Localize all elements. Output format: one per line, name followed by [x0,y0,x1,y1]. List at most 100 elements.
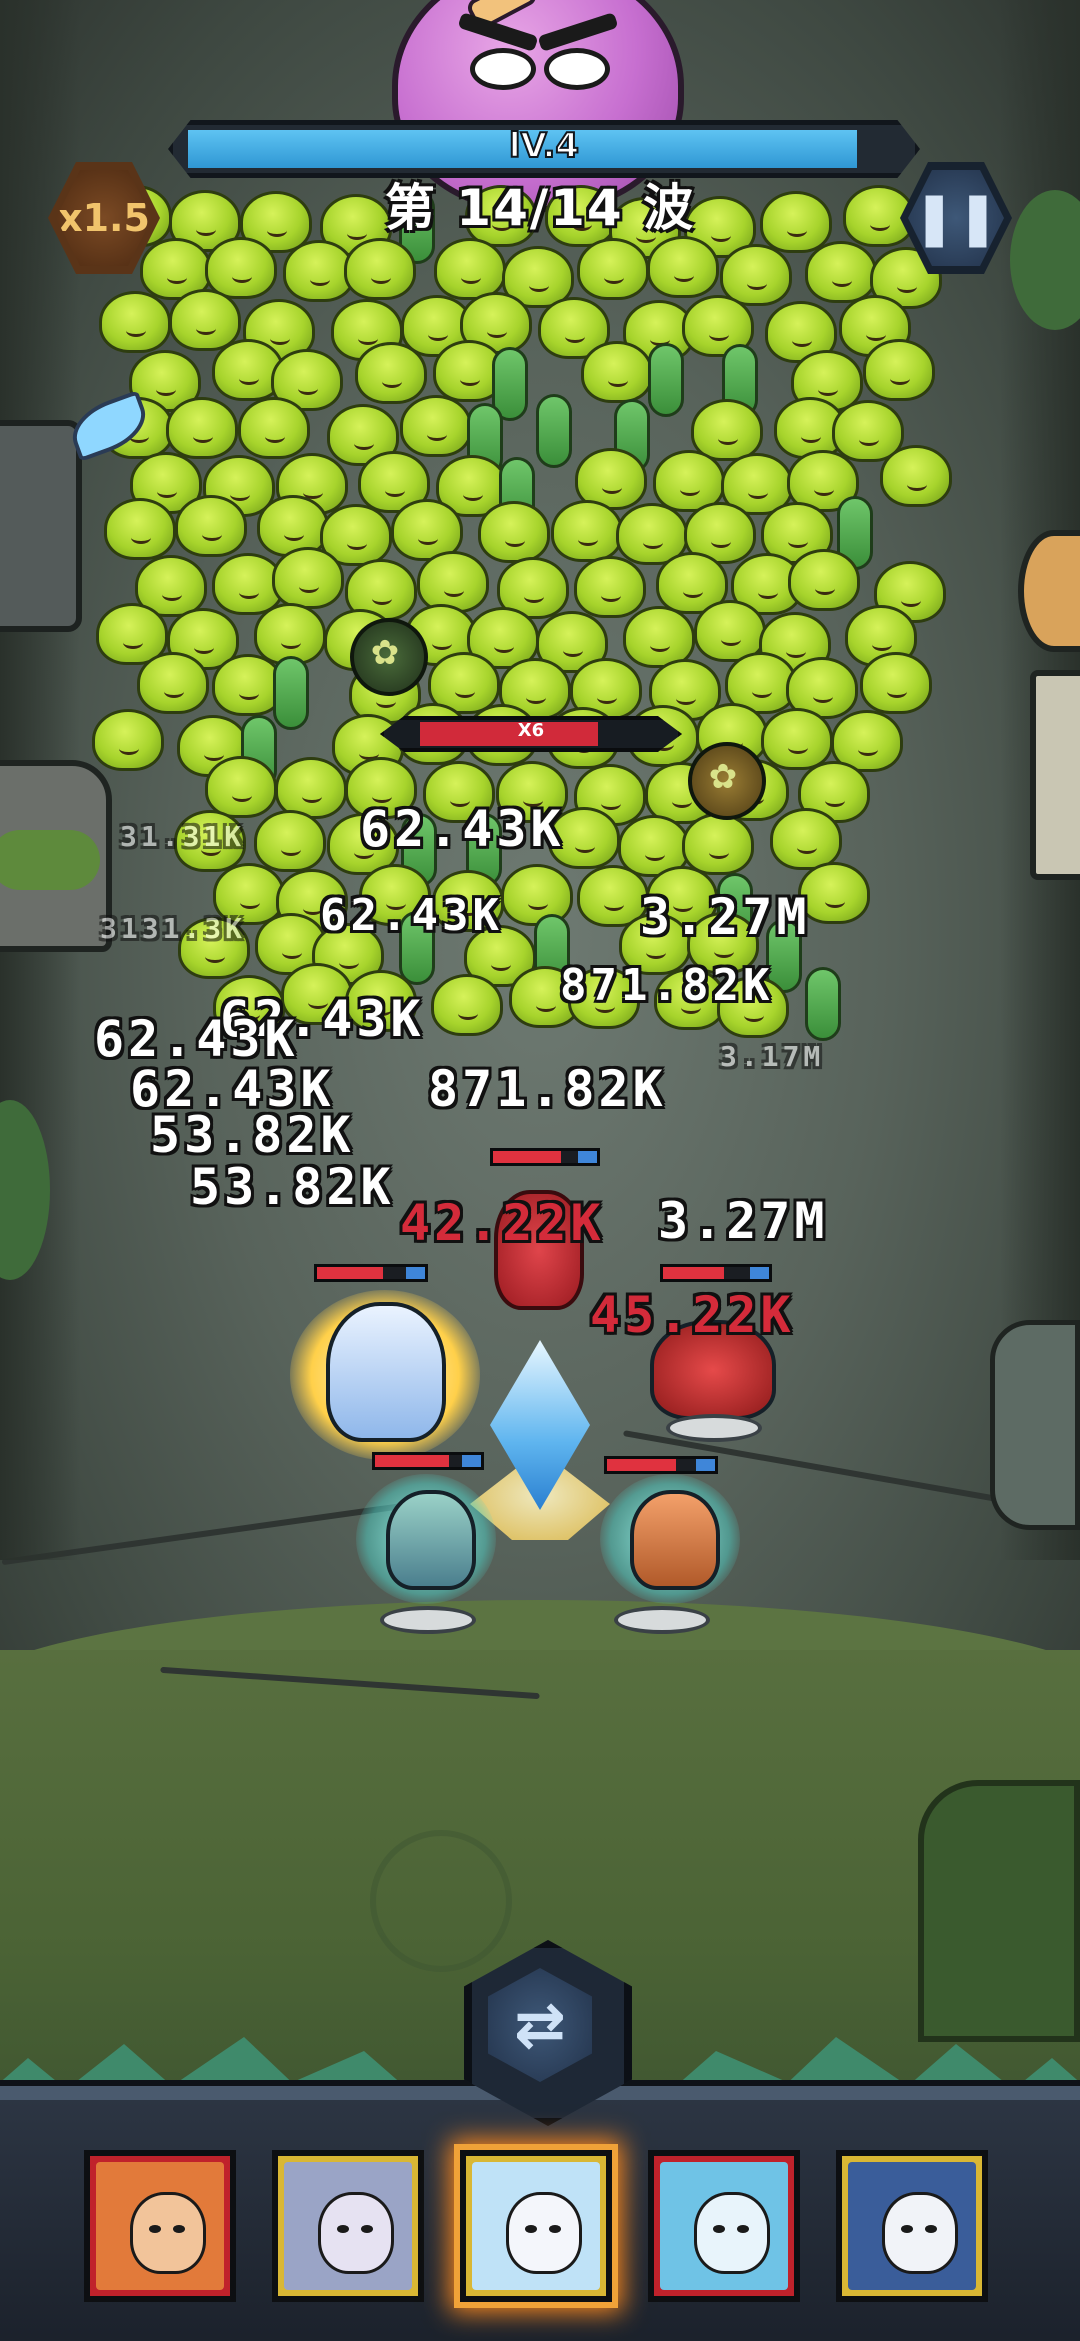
damage-number: 45.22K [590,1286,795,1344]
onion-enemy [860,652,933,715]
onion-enemy [168,288,241,351]
onion-enemy [433,238,506,301]
hero-health-bar [314,1264,428,1282]
pickle-enemy [272,655,309,730]
onion-enemy [238,397,311,460]
onion-enemy [862,339,935,401]
hero-health-fill [317,1267,384,1279]
damage-number: 31.31K [120,820,246,853]
pickle-enemy [804,967,841,1042]
onion-enemy [137,652,210,715]
onion-enemy [647,235,719,298]
hero-eye [173,2225,185,2233]
damage-number: 3.17M [720,1040,825,1073]
onion-enemy [91,709,164,772]
damage-number: 62.43K [320,890,503,941]
onion-enemy [103,497,176,560]
onion-enemy [431,973,504,1036]
hero-card-paladin[interactable] [836,2150,988,2302]
hero-card-ice-queen[interactable] [460,2150,612,2302]
hero-pedestal [380,1606,476,1634]
hero-eye [525,2225,537,2233]
damage-number: 53.82K [150,1106,355,1164]
onion-enemy [787,548,860,611]
onion-enemy [253,809,326,872]
hero-mana-fill [461,1455,481,1467]
skull-decoration [370,1830,512,1972]
green-sorceress-hero [386,1490,476,1590]
hero-mana-fill [695,1459,715,1471]
onion-enemy [580,341,653,404]
hero-health-bar [372,1452,484,1470]
vine-decoration [918,1780,1080,2042]
onion-enemy [166,396,239,459]
hero-eye [549,2225,561,2233]
damage-number: 62.43K [360,800,565,858]
damage-number: 871.82K [560,960,774,1011]
hero-eye [361,2225,373,2233]
hero-portrait [660,2162,788,2290]
hero-card-silver-mage[interactable] [272,2150,424,2302]
hero-eye [737,2225,749,2233]
hero-eye [713,2225,725,2233]
damage-number: 3131.3K [100,912,247,945]
onion-enemy [99,290,171,353]
hero-health-fill [493,1151,562,1163]
onion-enemy [478,500,551,563]
hero-eye [149,2225,161,2233]
onion-enemy [343,238,416,301]
onion-enemy [573,555,646,618]
hero-face [506,2192,582,2274]
onion-enemy [174,495,247,558]
ice-queen-hero [326,1302,446,1442]
hero-card-aqua-spirit[interactable] [648,2150,800,2302]
hero-portrait [848,2162,976,2290]
hero-face [694,2192,770,2274]
damage-number: 42.22K [400,1194,605,1252]
onion-enemy [355,342,428,405]
damage-number: 871.82K [428,1060,667,1118]
onion-enemy [879,445,952,508]
onion-enemy [416,550,489,613]
hero-pedestal [666,1414,762,1442]
hero-eye [337,2225,349,2233]
hero-portrait [284,2162,412,2290]
dead-tree-prop [990,1320,1080,1530]
hero-mana-fill [405,1267,425,1279]
fox-warrior-hero [630,1490,720,1590]
hero-card-fox-warrior[interactable] [84,2150,236,2302]
hero-health-fill [663,1267,724,1279]
game-stage: ✿ ✿ X6 62.43K 3131.3K 62.43K 3.27M 871.8… [0,0,1080,2341]
hero-face [318,2192,394,2274]
hero-health-fill [607,1459,677,1471]
damage-number: 53.82K [190,1158,395,1216]
pickle-enemy [647,342,684,417]
hero-face [130,2192,206,2274]
damage-number: 3.27M [658,1192,829,1250]
buff-icon: ✿ [370,633,400,673]
hero-pedestal [614,1606,710,1634]
onion-enemy [760,707,833,770]
onion-enemy [272,547,345,610]
hero-mana-fill [578,1151,597,1163]
onion-enemy [682,813,755,875]
onion-enemy [400,394,473,457]
onion-enemy [577,238,650,301]
hero-mana-fill [749,1267,769,1279]
wave-counter: 第 14/14 波 [384,179,696,237]
hero-health-bar [660,1264,772,1282]
hero-health-bar [490,1148,600,1166]
onion-enemy [770,808,843,871]
hero-health-bar [604,1456,718,1474]
onion-enemy [204,756,277,819]
onion-enemy [805,241,878,304]
damage-number: 3.27M [640,888,811,946]
hero-eye [901,2225,913,2233]
pickle-enemy [535,393,572,468]
elite-multiplier: X6 [517,720,545,741]
boss-level-label: lV.4 [508,125,580,167]
hero-eye [925,2225,937,2233]
hero-face [882,2192,958,2274]
onion-enemy [550,499,623,562]
hero-portrait [472,2162,600,2290]
